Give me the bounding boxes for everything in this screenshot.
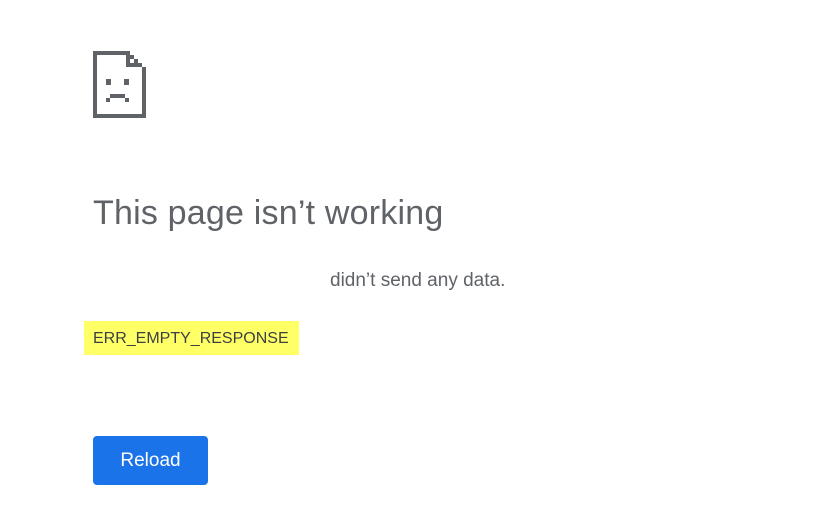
- error-message-text: didn’t send any data.: [330, 270, 506, 291]
- error-message: didn’t send any data.: [93, 270, 553, 292]
- page-title: This page isn’t working: [93, 194, 444, 232]
- error-code: ERR_EMPTY_RESPONSE: [84, 321, 299, 355]
- error-page: This page isn’t working didn’t send any …: [0, 0, 825, 523]
- reload-button[interactable]: Reload: [93, 436, 208, 485]
- sad-page-icon: [93, 51, 146, 118]
